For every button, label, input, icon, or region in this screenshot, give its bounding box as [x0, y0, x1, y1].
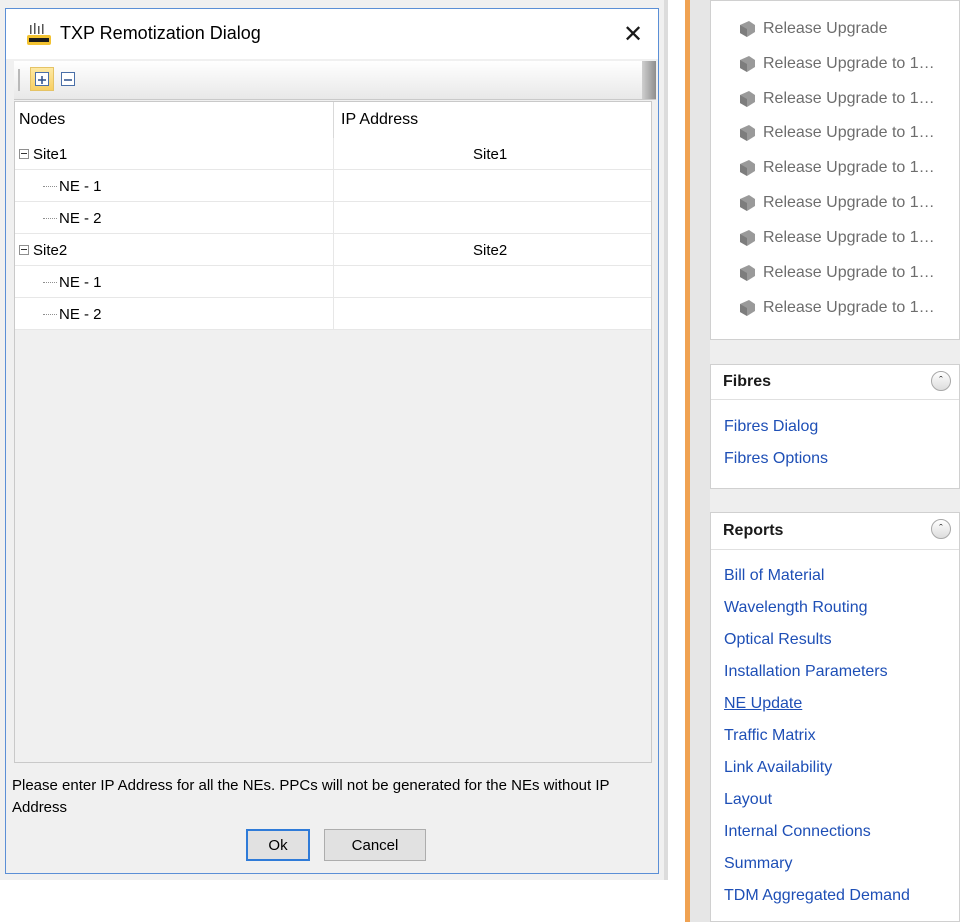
- gear-icon: [740, 56, 755, 72]
- report-link-layout[interactable]: Layout: [724, 791, 772, 809]
- fibres-header: Fibres ˆ: [711, 365, 959, 400]
- report-link-wavelength-routing[interactable]: Wavelength Routing: [724, 599, 868, 617]
- gear-icon: [740, 230, 755, 246]
- release-item-label: Release Upgrade to 1…: [763, 229, 935, 246]
- fibres-section: Fibres ˆ Fibres Dialog Fibres Options: [710, 364, 960, 489]
- cell-divider: [333, 202, 334, 234]
- ok-button[interactable]: Ok: [246, 829, 310, 861]
- cell-divider: [333, 266, 334, 298]
- dialog-titlebar[interactable]: TXP Remotization Dialog ✕: [6, 9, 658, 59]
- collapse-node-icon[interactable]: [19, 245, 29, 255]
- release-upgrade-section: Release Upgrade Release Upgrade to 1… Re…: [710, 0, 960, 340]
- toolbar-overflow[interactable]: [642, 61, 656, 99]
- report-link-traffic-matrix[interactable]: Traffic Matrix: [724, 727, 816, 745]
- report-link-tdm-aggregated-demand[interactable]: TDM Aggregated Demand: [724, 887, 910, 905]
- expand-all-icon[interactable]: [30, 67, 54, 91]
- instruction-message: Please enter IP Address for all the NEs.…: [12, 777, 610, 816]
- report-link-optical-results[interactable]: Optical Results: [724, 631, 832, 649]
- reports-header: Reports ˆ: [711, 513, 959, 550]
- collapse-all-icon[interactable]: [56, 67, 80, 91]
- column-divider[interactable]: [333, 102, 334, 138]
- grid-header: Nodes IP Address: [15, 102, 651, 139]
- tree-connector: [43, 186, 57, 187]
- workspace-border: [664, 0, 668, 880]
- double-chevron-up-icon[interactable]: ˆ: [931, 371, 951, 391]
- release-item-label: Release Upgrade to 1…: [763, 159, 935, 176]
- report-link-summary[interactable]: Summary: [724, 855, 792, 873]
- release-item[interactable]: Release Upgrade to 1…: [737, 52, 935, 76]
- release-item[interactable]: Release Upgrade: [737, 17, 888, 41]
- gear-icon: [740, 265, 755, 281]
- dialog-title: TXP Remotization Dialog: [60, 23, 261, 43]
- gear-icon: [740, 91, 755, 107]
- cell-divider: [333, 138, 334, 170]
- release-item[interactable]: Release Upgrade to 1…: [737, 87, 935, 111]
- report-link-internal-connections[interactable]: Internal Connections: [724, 823, 871, 841]
- report-link-bill-of-material[interactable]: Bill of Material: [724, 567, 824, 585]
- splitter-gap: [690, 0, 710, 922]
- release-item[interactable]: Release Upgrade to 1…: [737, 191, 935, 215]
- nodes-grid: Nodes IP Address Site1 Site1 NE - 1 NE -…: [14, 101, 652, 763]
- release-item[interactable]: Release Upgrade to 1…: [737, 156, 935, 180]
- gear-icon: [740, 160, 755, 176]
- tree-connector: [43, 218, 57, 219]
- fibres-dialog-link[interactable]: Fibres Dialog: [724, 418, 818, 436]
- release-item-label: Release Upgrade to 1…: [763, 90, 935, 107]
- report-link-ne-update[interactable]: NE Update: [724, 695, 802, 713]
- table-row[interactable]: NE - 1: [15, 170, 651, 202]
- gear-icon: [740, 125, 755, 141]
- ip-address-cell[interactable]: Site1: [473, 138, 507, 170]
- reports-section: Reports ˆ Bill of Material Wavelength Ro…: [710, 512, 960, 922]
- release-item[interactable]: Release Upgrade to 1…: [737, 296, 935, 320]
- table-row[interactable]: NE - 2: [15, 202, 651, 234]
- report-link-installation-parameters[interactable]: Installation Parameters: [724, 663, 888, 681]
- node-name: NE - 2: [59, 305, 102, 323]
- toolbar-grip[interactable]: [18, 69, 20, 91]
- fibres-options-link[interactable]: Fibres Options: [724, 450, 828, 468]
- fibres-title: Fibres: [723, 373, 772, 390]
- collapse-node-icon[interactable]: [19, 149, 29, 159]
- ctp-app-icon: [27, 23, 51, 45]
- node-name: NE - 1: [59, 177, 102, 195]
- reports-title: Reports: [723, 522, 784, 539]
- tree-connector: [43, 282, 57, 283]
- node-name: Site1: [33, 145, 68, 163]
- close-icon[interactable]: ✕: [618, 19, 648, 49]
- release-item[interactable]: Release Upgrade to 1…: [737, 121, 935, 145]
- cell-divider: [333, 298, 334, 330]
- cancel-button[interactable]: Cancel: [324, 829, 426, 861]
- release-item-label: Release Upgrade to 1…: [763, 299, 935, 316]
- table-row[interactable]: NE - 2: [15, 298, 651, 330]
- gear-icon: [740, 300, 755, 316]
- release-item-label: Release Upgrade to 1…: [763, 264, 935, 281]
- node-name: NE - 1: [59, 273, 102, 291]
- node-name: NE - 2: [59, 209, 102, 227]
- table-row[interactable]: Site2 Site2: [15, 234, 651, 266]
- tree-connector: [43, 314, 57, 315]
- report-link-link-availability[interactable]: Link Availability: [724, 759, 832, 777]
- txp-remotization-dialog: TXP Remotization Dialog ✕ Nodes IP Addre…: [5, 8, 659, 874]
- cell-divider: [333, 234, 334, 266]
- ip-address-cell[interactable]: Site2: [473, 234, 507, 266]
- node-name: Site2: [33, 241, 68, 259]
- release-item-label: Release Upgrade to 1…: [763, 124, 935, 141]
- table-row[interactable]: NE - 1: [15, 266, 651, 298]
- release-item-label: Release Upgrade to 1…: [763, 194, 935, 211]
- double-chevron-up-icon[interactable]: ˆ: [931, 519, 951, 539]
- release-item-label: Release Upgrade to 1…: [763, 55, 935, 72]
- dialog-toolbar: [14, 61, 656, 100]
- column-header-ip-address[interactable]: IP Address: [341, 102, 418, 138]
- release-item[interactable]: Release Upgrade to 1…: [737, 226, 935, 250]
- column-header-nodes[interactable]: Nodes: [19, 102, 65, 138]
- release-item[interactable]: Release Upgrade to 1…: [737, 261, 935, 285]
- release-item-label: Release Upgrade: [763, 20, 888, 37]
- gear-icon: [740, 195, 755, 211]
- cell-divider: [333, 170, 334, 202]
- gear-icon: [740, 21, 755, 37]
- table-row[interactable]: Site1 Site1: [15, 138, 651, 170]
